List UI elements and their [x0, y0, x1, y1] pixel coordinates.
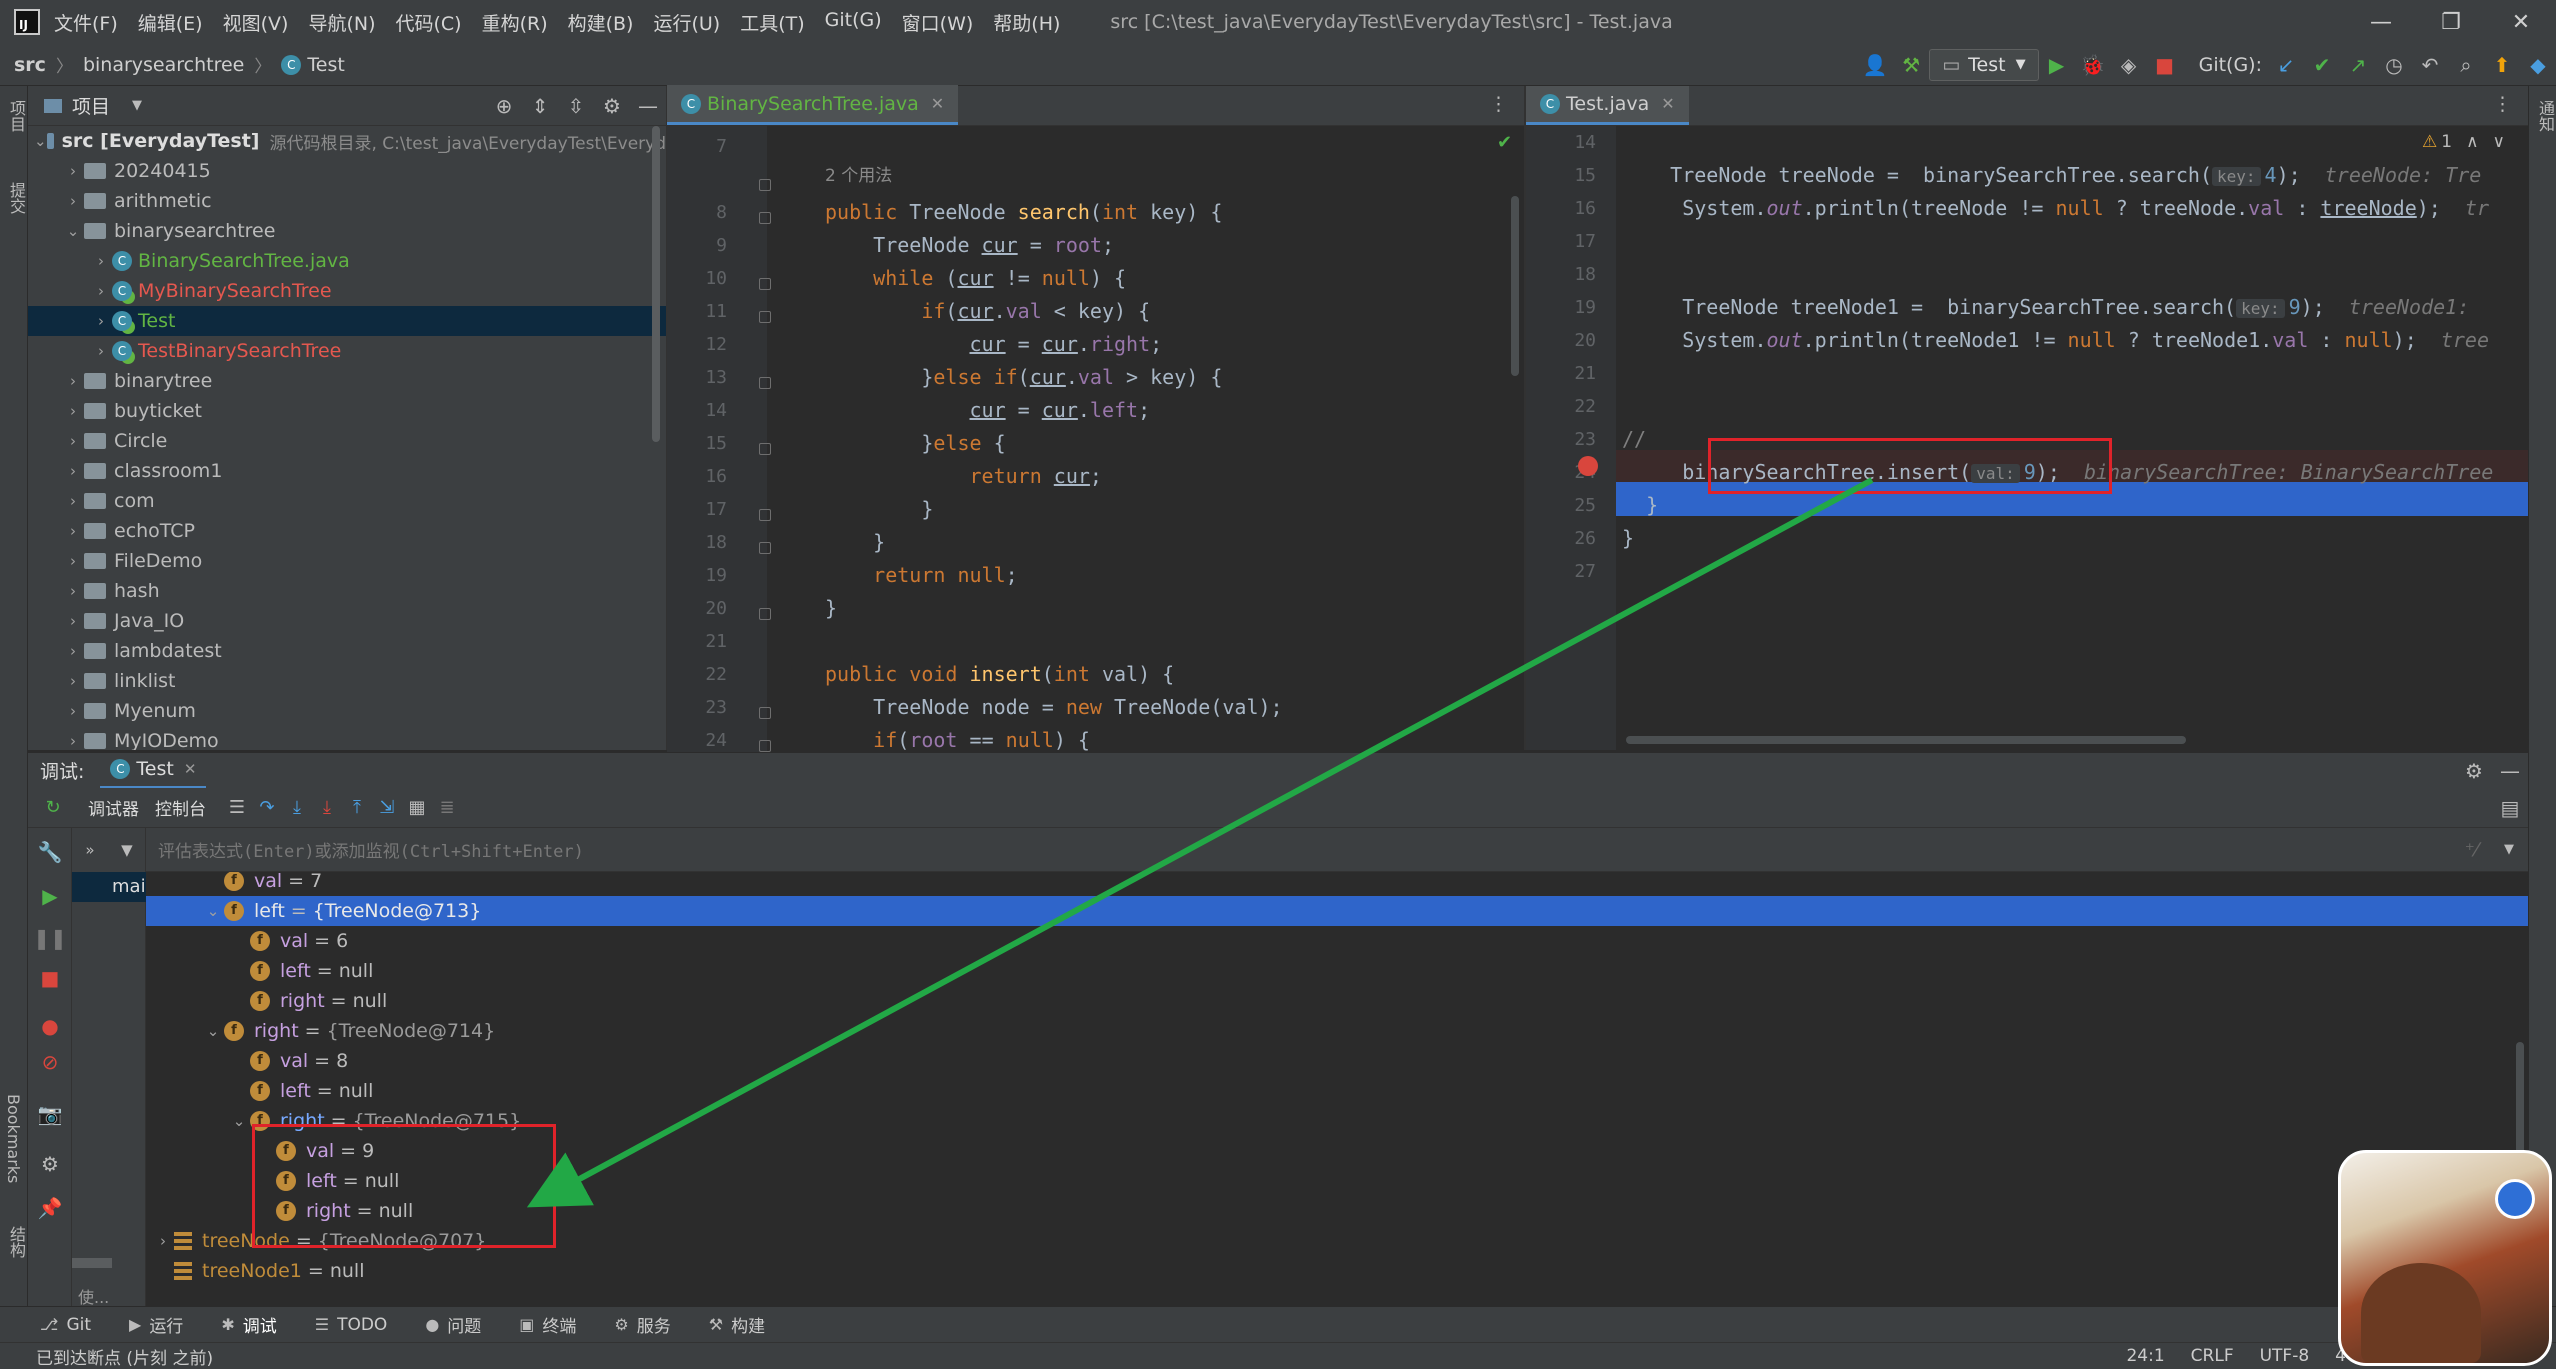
- avatar: [2338, 1150, 2552, 1366]
- avatar-figure: [2361, 1263, 2481, 1363]
- annotation-arrow-line: [526, 477, 1874, 1208]
- annotation-arrow: [526, 477, 1874, 1208]
- avatar-badge-icon: [2495, 1179, 2535, 1219]
